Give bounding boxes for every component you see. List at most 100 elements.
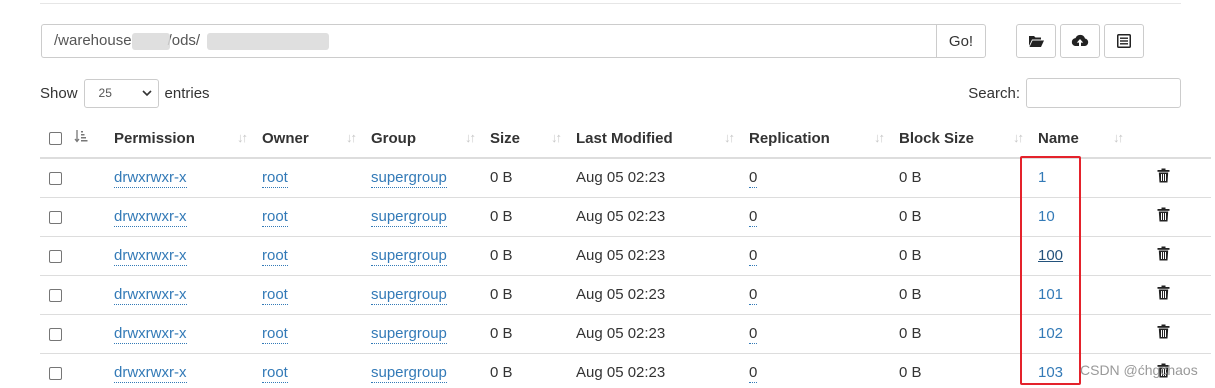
permission-link[interactable]: drwxrwxr-x: [114, 169, 187, 189]
permission-link[interactable]: drwxrwxr-x: [114, 325, 187, 344]
size-cell: 0 B: [482, 196, 568, 236]
delete-button[interactable]: [1157, 246, 1170, 261]
table-row: drwxrwxr-x root supergroup 0 B Aug 05 02…: [40, 157, 1211, 197]
block-size-cell: 0 B: [891, 157, 1030, 197]
row-checkbox[interactable]: [49, 366, 62, 380]
row-select-cell: [40, 352, 70, 388]
entries-label: entries: [164, 84, 210, 102]
sort-column-header[interactable]: [70, 119, 106, 159]
length-menu: Show 25 entries: [40, 78, 210, 108]
permission-link[interactable]: drwxrwxr-x: [114, 247, 187, 266]
owner-link[interactable]: root: [262, 286, 288, 305]
column-header-owner[interactable]: Owner ↓↑: [254, 119, 363, 159]
row-checkbox[interactable]: [49, 171, 62, 185]
row-spacer-cell: [70, 274, 106, 314]
owner-link[interactable]: root: [262, 325, 288, 344]
delete-button[interactable]: [1157, 324, 1170, 339]
owner-link[interactable]: root: [262, 208, 288, 227]
column-header-block-size[interactable]: Block Size ↓↑: [891, 119, 1030, 159]
replication-cell: 0: [741, 196, 891, 236]
block-size-cell: 0 B: [891, 196, 1030, 236]
column-header-last-modified[interactable]: Last Modified ↓↑: [568, 119, 741, 159]
replication-link[interactable]: 0: [749, 325, 758, 344]
group-header-label: Group: [371, 129, 416, 147]
replication-link[interactable]: 0: [749, 364, 758, 384]
group-link[interactable]: supergroup: [371, 364, 447, 384]
replication-cell: 0: [741, 235, 891, 275]
owner-cell: root: [254, 235, 363, 275]
replication-link[interactable]: 0: [749, 286, 758, 305]
replication-link[interactable]: 0: [749, 208, 758, 227]
owner-header-label: Owner: [262, 129, 309, 147]
entries-per-page-select[interactable]: 25: [83, 78, 159, 108]
delete-button[interactable]: [1157, 168, 1170, 183]
delete-cell: [1130, 313, 1211, 353]
replication-header-label: Replication: [749, 129, 830, 147]
group-link[interactable]: supergroup: [371, 286, 447, 305]
replication-link[interactable]: 0: [749, 247, 758, 266]
group-cell: supergroup: [363, 274, 482, 314]
sort-icon: ↓↑: [346, 130, 357, 145]
group-link[interactable]: supergroup: [371, 169, 447, 189]
row-checkbox[interactable]: [49, 210, 62, 224]
name-header-label: Name: [1038, 129, 1079, 147]
group-link[interactable]: supergroup: [371, 247, 447, 266]
group-link[interactable]: supergroup: [371, 208, 447, 227]
permission-link[interactable]: drwxrwxr-x: [114, 286, 187, 305]
permission-link[interactable]: drwxrwxr-x: [114, 364, 187, 384]
block-size-cell: 0 B: [891, 274, 1030, 314]
group-link[interactable]: supergroup: [371, 325, 447, 344]
group-cell: supergroup: [363, 235, 482, 275]
directory-name-link[interactable]: 102: [1038, 325, 1063, 342]
permission-header-label: Permission: [114, 129, 195, 147]
owner-cell: root: [254, 196, 363, 236]
row-checkbox[interactable]: [49, 249, 62, 263]
select-all-checkbox[interactable]: [49, 132, 62, 146]
show-label: Show: [40, 84, 78, 102]
name-cell: 10: [1030, 196, 1130, 236]
last-modified-cell: Aug 05 02:23: [568, 274, 741, 314]
search-input[interactable]: [1026, 78, 1181, 108]
permission-link[interactable]: drwxrwxr-x: [114, 208, 187, 227]
column-header-permission[interactable]: Permission ↓↑: [106, 119, 254, 159]
redaction-blur: [132, 33, 170, 50]
group-cell: supergroup: [363, 157, 482, 197]
last-modified-cell: Aug 05 02:23: [568, 157, 741, 197]
sort-icon: ↓↑: [724, 130, 735, 145]
cut-paste-button[interactable]: [1104, 24, 1144, 58]
row-select-cell: [40, 274, 70, 314]
trash-icon: [1157, 324, 1170, 339]
path-segment-warehouse: /warehouse: [54, 32, 132, 49]
directory-name-link[interactable]: 100: [1038, 247, 1063, 264]
row-checkbox[interactable]: [49, 288, 62, 302]
directory-name-link[interactable]: 103: [1038, 364, 1063, 381]
delete-button[interactable]: [1157, 207, 1170, 222]
directory-name-link[interactable]: 101: [1038, 286, 1063, 303]
column-header-name[interactable]: Name ↓↑: [1030, 119, 1130, 159]
create-directory-button[interactable]: [1016, 24, 1056, 58]
go-button[interactable]: Go!: [936, 24, 986, 58]
column-header-replication[interactable]: Replication ↓↑: [741, 119, 891, 159]
replication-cell: 0: [741, 313, 891, 353]
directory-path-input[interactable]: /warehouse/ods/: [41, 24, 936, 58]
last-modified-header-label: Last Modified: [576, 129, 673, 147]
name-cell: 102: [1030, 313, 1130, 353]
directory-name-link[interactable]: 1: [1038, 169, 1046, 186]
owner-link[interactable]: root: [262, 247, 288, 266]
replication-cell: 0: [741, 274, 891, 314]
directory-name-link[interactable]: 10: [1038, 208, 1055, 225]
row-checkbox[interactable]: [49, 327, 62, 341]
trash-icon: [1157, 246, 1170, 261]
table-row: drwxrwxr-x root supergroup 0 B Aug 05 02…: [40, 274, 1211, 314]
permission-cell: drwxrwxr-x: [106, 274, 254, 314]
row-spacer-cell: [70, 352, 106, 388]
delete-button[interactable]: [1157, 285, 1170, 300]
owner-link[interactable]: root: [262, 364, 288, 384]
replication-link[interactable]: 0: [749, 169, 758, 189]
owner-link[interactable]: root: [262, 169, 288, 189]
column-header-group[interactable]: Group ↓↑: [363, 119, 482, 159]
upload-button[interactable]: [1060, 24, 1100, 58]
cloud-upload-icon: [1071, 34, 1089, 46]
column-header-size[interactable]: Size ↓↑: [482, 119, 568, 159]
row-spacer-cell: [70, 313, 106, 353]
